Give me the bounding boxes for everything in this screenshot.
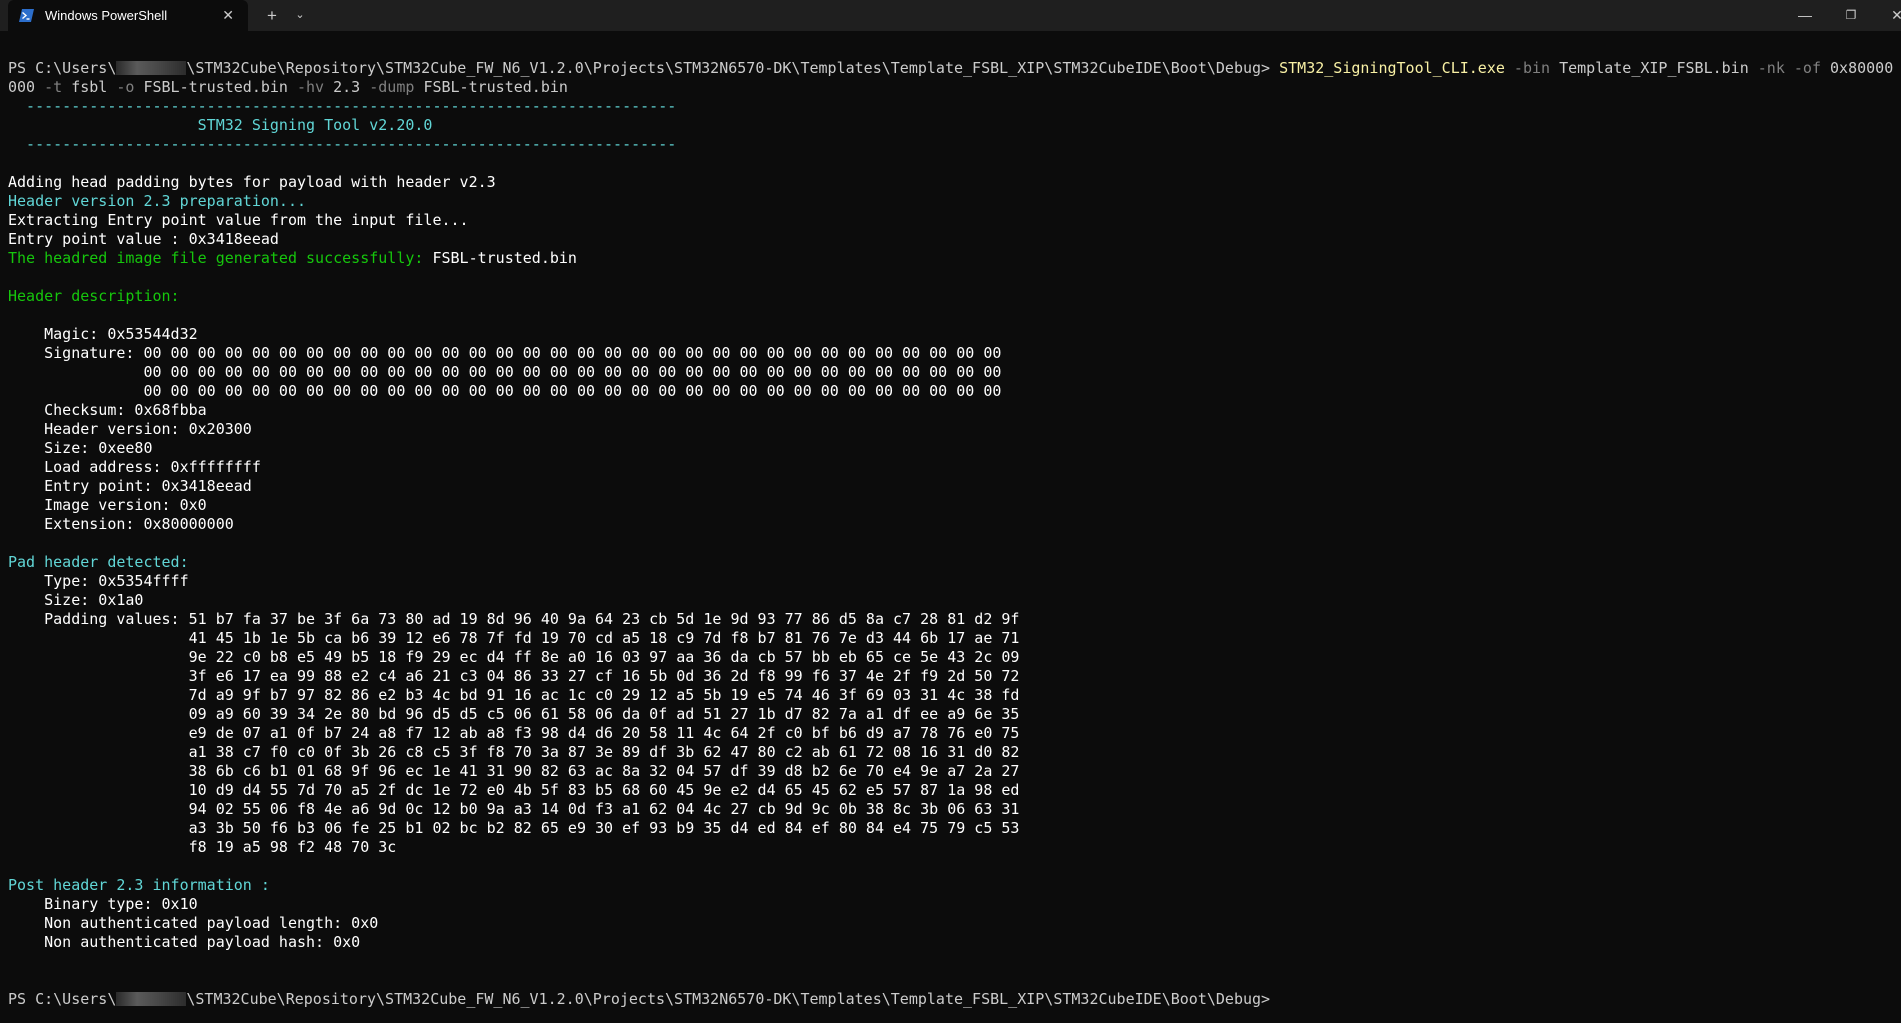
terminal-output[interactable]: PS C:\Users\ \STM32Cube\Repository\STM32C… bbox=[8, 59, 1898, 1019]
padding-line: 09 a9 60 39 34 2e 80 bd 96 d5 d5 c5 06 6… bbox=[8, 705, 1020, 723]
minimize-button[interactable]: — bbox=[1782, 0, 1828, 31]
banner-rule-bottom: ----------------------------------------… bbox=[8, 135, 677, 153]
output-line: Binary type: 0x10 bbox=[8, 895, 198, 913]
padding-line: Padding values: 51 b7 fa 37 be 3f 6a 73 … bbox=[8, 610, 1020, 628]
padding-line: 94 02 55 06 f8 4e a6 9d 0c 12 b0 9a a3 1… bbox=[8, 800, 1020, 818]
output-line: Extracting Entry point value from the in… bbox=[8, 211, 469, 229]
tab-close-icon[interactable]: ✕ bbox=[222, 0, 234, 31]
redacted-username bbox=[116, 61, 187, 75]
padding-line: 10 d9 d4 55 7d 70 a5 2f dc 1e 72 e0 4b 5… bbox=[8, 781, 1020, 799]
output-line: Size: 0xee80 bbox=[8, 439, 153, 457]
output-line: Magic: 0x53544d32 bbox=[8, 325, 198, 343]
banner-rule-top: ----------------------------------------… bbox=[8, 97, 677, 115]
padding-line: 41 45 1b 1e 5b ca b6 39 12 e6 78 7f fd 1… bbox=[8, 629, 1020, 647]
new-tab-button[interactable]: + bbox=[262, 0, 282, 31]
section-title: Header description: bbox=[8, 287, 180, 305]
prompt-line[interactable]: PS C:\Users\ \STM32Cube\Repository\STM32C… bbox=[8, 990, 1898, 1009]
command-line: PS C:\Users\ \STM32Cube\Repository\STM32C… bbox=[8, 59, 1894, 77]
output-line: Header version: 0x20300 bbox=[8, 420, 252, 438]
section-title: Pad header detected: bbox=[8, 553, 189, 571]
output-line: Non authenticated payload hash: 0x0 bbox=[8, 933, 361, 951]
output-line: Size: 0x1a0 bbox=[8, 591, 144, 609]
close-window-button[interactable]: ✕ bbox=[1874, 0, 1901, 31]
output-line: Image version: 0x0 bbox=[8, 496, 207, 514]
output-line: Type: 0x5354ffff bbox=[8, 572, 189, 590]
title-bar: Windows PowerShell ✕ + ⌄ — ❐ ✕ bbox=[0, 0, 1901, 31]
output-line: Load address: 0xffffffff bbox=[8, 458, 261, 476]
padding-line: 3f e6 17 ea 99 88 e2 c4 a6 21 c3 04 86 3… bbox=[8, 667, 1020, 685]
output-line: Checksum: 0x68fbba bbox=[8, 401, 207, 419]
maximize-button[interactable]: ❐ bbox=[1828, 0, 1874, 31]
tab-windows-powershell[interactable]: Windows PowerShell ✕ bbox=[8, 0, 248, 31]
powershell-icon bbox=[19, 9, 34, 22]
output-line: Header version 2.3 preparation... bbox=[8, 192, 307, 210]
padding-line: 38 6b c6 b1 01 68 9f 96 ec 1e 41 31 90 8… bbox=[8, 762, 1020, 780]
padding-line: 9e 22 c0 b8 e5 49 b5 18 f9 29 ec d4 ff 8… bbox=[8, 648, 1020, 666]
output-line: Extension: 0x80000000 bbox=[8, 515, 234, 533]
section-title: Post header 2.3 information : bbox=[8, 876, 270, 894]
output-line: Non authenticated payload length: 0x0 bbox=[8, 914, 379, 932]
padding-line: a1 38 c7 f0 c0 0f 3b 26 c8 c5 3f f8 70 3… bbox=[8, 743, 1020, 761]
chevron-down-icon[interactable]: ⌄ bbox=[290, 0, 310, 31]
output-line: Signature: 00 00 00 00 00 00 00 00 00 00… bbox=[8, 344, 1002, 362]
output-line: 00 00 00 00 00 00 00 00 00 00 00 00 00 0… bbox=[8, 382, 1002, 400]
output-line: Entry point value : 0x3418eead bbox=[8, 230, 279, 248]
output-line: Adding head padding bytes for payload wi… bbox=[8, 173, 496, 191]
padding-line: 7d a9 9f b7 97 82 86 e2 b3 4c bd 91 16 a… bbox=[8, 686, 1020, 704]
tab-title: Windows PowerShell bbox=[45, 8, 168, 23]
success-line: The headred image file generated success… bbox=[8, 249, 577, 267]
padding-line: a3 3b 50 f6 b3 06 fe 25 b1 02 bc b2 82 6… bbox=[8, 819, 1020, 837]
padding-line: f8 19 a5 98 f2 48 70 3c bbox=[8, 838, 397, 856]
output-line: 00 00 00 00 00 00 00 00 00 00 00 00 00 0… bbox=[8, 363, 1002, 381]
redacted-username bbox=[116, 992, 187, 1006]
command-exe: STM32_SigningTool_CLI.exe bbox=[1279, 59, 1505, 77]
padding-line: e9 de 07 a1 0f b7 24 a8 f7 12 ab a8 f3 9… bbox=[8, 724, 1020, 742]
banner-title: STM32 Signing Tool v2.20.0 bbox=[8, 116, 433, 134]
output-line: Entry point: 0x3418eead bbox=[8, 477, 252, 495]
command-line-wrap: 000 -t fsbl -o FSBL-trusted.bin -hv 2.3 … bbox=[8, 78, 568, 96]
